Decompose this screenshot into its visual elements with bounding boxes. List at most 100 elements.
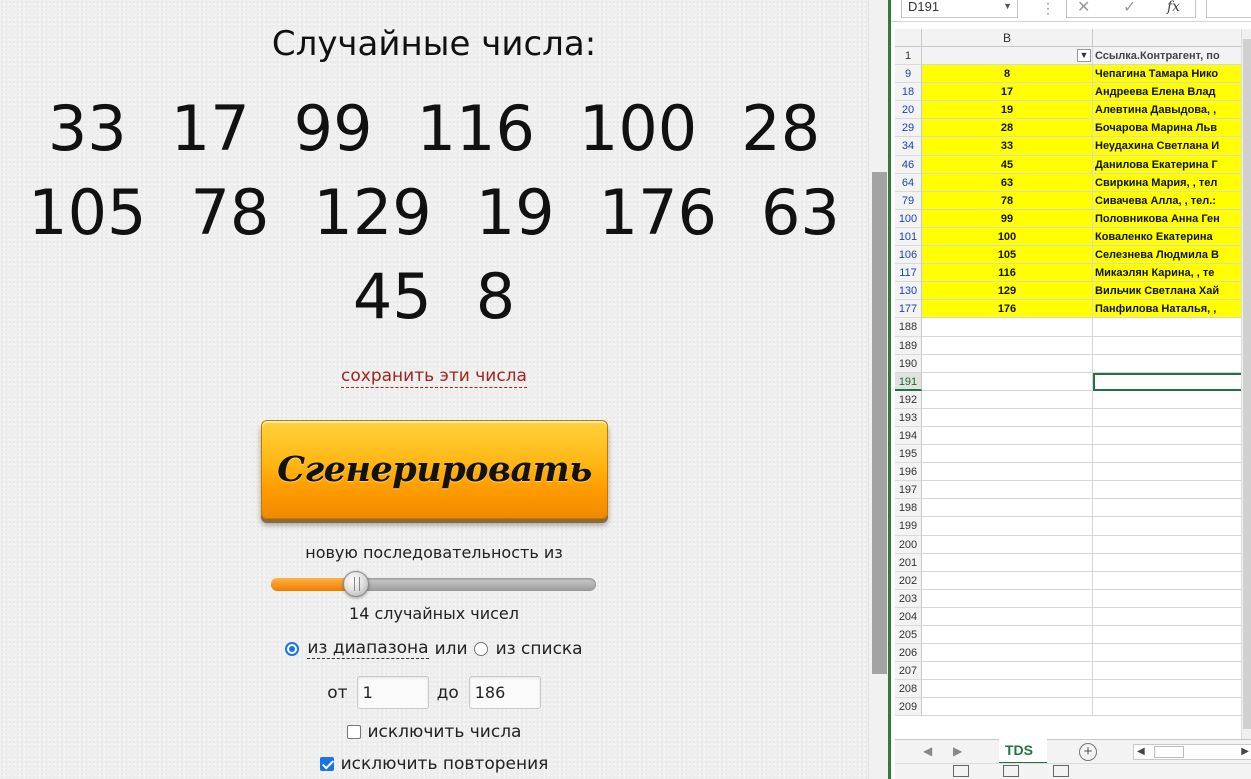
row-header[interactable]: 101 — [895, 227, 922, 247]
cell[interactable]: Селезнева Людмила В — [1093, 246, 1251, 265]
to-input[interactable] — [468, 676, 541, 709]
cell[interactable]: Панфилова Наталья, , — [1093, 300, 1251, 319]
row-header[interactable]: 1 — [895, 47, 922, 66]
cell[interactable] — [922, 336, 1093, 355]
cell[interactable]: Данилова Екатерина Г — [1093, 155, 1251, 174]
cell[interactable] — [1093, 409, 1251, 427]
cell[interactable]: 19 — [922, 101, 1093, 120]
fx-icon[interactable]: fx — [1167, 0, 1180, 15]
row-header[interactable]: 197 — [895, 481, 922, 500]
normal-view-icon[interactable] — [953, 765, 969, 777]
cell[interactable] — [922, 571, 1093, 590]
row-header[interactable]: 208 — [895, 680, 922, 699]
next-sheet-icon[interactable]: ▶ — [953, 744, 962, 758]
row-header[interactable]: 64 — [895, 173, 922, 192]
cell[interactable] — [1093, 536, 1251, 554]
row-header[interactable]: 9 — [895, 65, 922, 84]
range-radio[interactable] — [285, 641, 300, 656]
row-header[interactable]: 106 — [895, 246, 922, 265]
cell[interactable]: ▼ — [922, 47, 1093, 66]
cell[interactable]: Бочарова Марина Льв — [1093, 119, 1251, 138]
cell[interactable]: Ссылка.Контрагент, по — [1093, 47, 1251, 66]
cell[interactable]: Андреева Елена Влад — [1093, 83, 1251, 102]
count-slider[interactable] — [271, 571, 596, 597]
row-header[interactable]: 130 — [895, 282, 922, 301]
prev-sheet-icon[interactable]: ◀ — [923, 744, 932, 758]
row-header[interactable]: 188 — [895, 318, 922, 337]
exclude-repeats-checkbox[interactable] — [319, 757, 334, 771]
cell[interactable] — [1093, 391, 1251, 409]
row-header[interactable]: 193 — [895, 408, 922, 427]
formula-input[interactable] — [1206, 0, 1251, 18]
cell[interactable] — [922, 626, 1093, 645]
cell[interactable] — [922, 463, 1093, 482]
row-header[interactable]: 203 — [895, 589, 922, 608]
cell[interactable] — [1093, 572, 1251, 590]
row-header[interactable]: 206 — [895, 644, 922, 663]
row-header[interactable]: 191 — [895, 372, 922, 391]
cell[interactable] — [1093, 590, 1251, 608]
cell[interactable] — [922, 372, 1093, 391]
cell[interactable] — [922, 644, 1093, 663]
cell[interactable] — [922, 408, 1093, 427]
cell[interactable] — [922, 318, 1093, 337]
cell[interactable] — [922, 390, 1093, 409]
row-header[interactable]: 207 — [895, 662, 922, 681]
cell[interactable] — [1093, 554, 1251, 572]
row-header[interactable]: 100 — [895, 209, 922, 228]
page-break-icon[interactable] — [1053, 765, 1069, 777]
row-header[interactable]: 199 — [895, 517, 922, 536]
cell[interactable]: 100 — [922, 227, 1093, 247]
scroll-left-icon[interactable]: ◀ — [1137, 746, 1145, 757]
cell[interactable]: 78 — [922, 191, 1093, 210]
cell[interactable] — [1093, 337, 1251, 355]
exclude-numbers-label[interactable]: исключить числа — [368, 722, 522, 742]
cell[interactable] — [1093, 644, 1251, 663]
cell[interactable]: 63 — [922, 173, 1093, 192]
row-header[interactable]: 194 — [895, 426, 922, 446]
cell[interactable]: 28 — [922, 119, 1093, 138]
cell[interactable]: Сивачева Алла, , тел.: — [1093, 191, 1251, 210]
row-header[interactable]: 196 — [895, 463, 922, 482]
row-header[interactable]: 18 — [895, 83, 922, 102]
sheet-vertical-scrollbar[interactable] — [1241, 29, 1251, 739]
cell[interactable] — [1093, 318, 1251, 337]
row-header[interactable]: 34 — [895, 137, 922, 156]
row-header[interactable]: 190 — [895, 354, 922, 373]
cell[interactable] — [1093, 680, 1251, 699]
cell[interactable]: Алевтина Давыдова, , — [1093, 101, 1251, 120]
row-header[interactable]: 205 — [895, 626, 922, 645]
cell[interactable] — [922, 680, 1093, 699]
row-header[interactable]: 79 — [895, 191, 922, 210]
row-header[interactable]: 202 — [895, 571, 922, 590]
chevron-down-icon[interactable]: ▼ — [1003, 0, 1012, 15]
cell[interactable] — [1093, 463, 1251, 482]
cell[interactable]: 99 — [922, 209, 1093, 228]
sheet-tab[interactable]: TDS — [999, 739, 1047, 765]
cell[interactable] — [922, 481, 1093, 500]
cell[interactable]: Коваленко Екатерина — [1093, 227, 1251, 247]
check-icon[interactable]: ✓ — [1123, 0, 1136, 17]
cell[interactable] — [922, 499, 1093, 518]
cell[interactable] — [922, 553, 1093, 572]
hscroll-thumb[interactable] — [1154, 746, 1184, 758]
cell[interactable]: Свиркина Мария, , тел — [1093, 173, 1251, 192]
row-header[interactable]: 189 — [895, 336, 922, 355]
cell[interactable] — [1093, 698, 1251, 717]
cell[interactable] — [1093, 517, 1251, 536]
cell[interactable]: Чепагина Тамара Нико — [1093, 65, 1251, 84]
cancel-icon[interactable]: ✕ — [1077, 0, 1090, 17]
cell[interactable] — [1093, 355, 1251, 373]
cell[interactable]: Вильчик Светлана Хай — [1093, 282, 1251, 301]
cell[interactable] — [922, 589, 1093, 608]
name-box[interactable]: D191 ▼ — [901, 0, 1018, 18]
cell[interactable] — [922, 662, 1093, 681]
filter-icon[interactable]: ▼ — [1077, 49, 1091, 62]
cell[interactable] — [1093, 499, 1251, 518]
cell[interactable] — [922, 517, 1093, 536]
column-header-c[interactable] — [1093, 29, 1251, 47]
page-scrollbar[interactable] — [868, 0, 888, 779]
row-header[interactable]: 209 — [895, 698, 922, 717]
from-input[interactable] — [356, 676, 429, 709]
page-layout-icon[interactable] — [1003, 765, 1019, 777]
